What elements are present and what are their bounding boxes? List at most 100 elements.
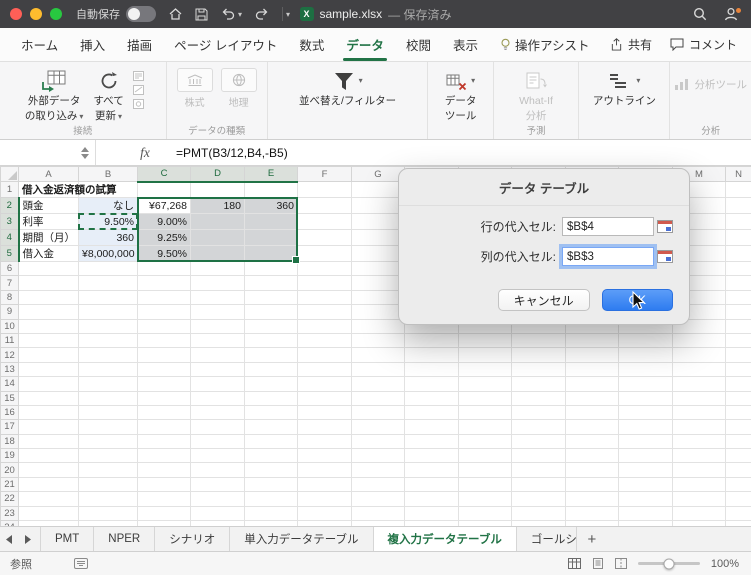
cell-I11[interactable]: [458, 332, 512, 349]
cell-F11[interactable]: [297, 332, 352, 349]
cell-C10[interactable]: [137, 318, 191, 334]
cell-H18[interactable]: [404, 433, 459, 450]
close-button[interactable]: [10, 8, 22, 20]
cell-H19[interactable]: [404, 448, 459, 464]
cell-A19[interactable]: [18, 448, 79, 464]
cell-N16[interactable]: [725, 404, 751, 421]
cell-G12[interactable]: [351, 347, 405, 363]
cell-A16[interactable]: [18, 404, 79, 421]
cell-J20[interactable]: [511, 462, 566, 478]
zoom-slider-knob[interactable]: [663, 558, 675, 569]
edit-links-icon[interactable]: [132, 85, 144, 95]
cell-H23[interactable]: [404, 505, 459, 522]
cell-C2[interactable]: ¥67,268: [137, 197, 191, 214]
cell-A4[interactable]: 期間（月）: [18, 229, 79, 246]
cell-A17[interactable]: [18, 419, 79, 435]
cell-E13[interactable]: [244, 361, 298, 378]
select-all-corner[interactable]: [0, 166, 19, 182]
cell-G3[interactable]: [351, 213, 405, 230]
cell-B22[interactable]: [78, 491, 138, 507]
range-selector-icon[interactable]: [657, 250, 673, 263]
cell-N11[interactable]: [725, 332, 751, 349]
cell-D15[interactable]: [190, 390, 245, 406]
cell-D19[interactable]: [190, 448, 245, 464]
cell-B23[interactable]: [78, 505, 138, 522]
ok-button[interactable]: OK: [601, 289, 673, 311]
cell-I19[interactable]: [458, 448, 512, 464]
cell-G2[interactable]: [351, 197, 405, 214]
cell-C1[interactable]: [137, 181, 191, 198]
cell-B9[interactable]: [78, 304, 138, 320]
cell-B10[interactable]: [78, 318, 138, 334]
cell-D1[interactable]: [190, 181, 245, 198]
cell-E18[interactable]: [244, 433, 298, 450]
row-header-7[interactable]: 7: [0, 275, 19, 291]
ribbon-tab-5[interactable]: 数式: [288, 28, 335, 61]
cell-G4[interactable]: [351, 229, 405, 246]
cell-D8[interactable]: [190, 289, 245, 306]
cell-G21[interactable]: [351, 476, 405, 493]
cell-L22[interactable]: [618, 491, 673, 507]
cell-G23[interactable]: [351, 505, 405, 522]
cell-G15[interactable]: [351, 390, 405, 406]
account-icon[interactable]: [723, 7, 741, 21]
sheet-tab-6[interactable]: ゴールシ: [517, 527, 577, 551]
col-header-A[interactable]: A: [18, 166, 79, 182]
cell-G22[interactable]: [351, 491, 405, 507]
cell-G16[interactable]: [351, 404, 405, 421]
cell-K15[interactable]: [565, 390, 619, 406]
cell-C14[interactable]: [137, 376, 191, 392]
cell-B16[interactable]: [78, 404, 138, 421]
cell-C16[interactable]: [137, 404, 191, 421]
cell-F19[interactable]: [297, 448, 352, 464]
cell-M23[interactable]: [672, 505, 726, 522]
sheet-nav-left-icon[interactable]: [0, 527, 18, 551]
cell-A20[interactable]: [18, 462, 79, 478]
cell-A8[interactable]: [18, 289, 79, 306]
cell-H21[interactable]: [404, 476, 459, 493]
cell-B14[interactable]: [78, 376, 138, 392]
cell-L11[interactable]: [618, 332, 673, 349]
cell-H12[interactable]: [404, 347, 459, 363]
cell-B11[interactable]: [78, 332, 138, 349]
cell-J17[interactable]: [511, 419, 566, 435]
cell-K19[interactable]: [565, 448, 619, 464]
cell-I17[interactable]: [458, 419, 512, 435]
cell-E21[interactable]: [244, 476, 298, 493]
cell-A11[interactable]: [18, 332, 79, 349]
row-header-23[interactable]: 23: [0, 505, 19, 522]
cell-J23[interactable]: [511, 505, 566, 522]
cell-N10[interactable]: [725, 318, 751, 334]
cell-C12[interactable]: [137, 347, 191, 363]
cancel-button[interactable]: キャンセル: [497, 289, 590, 311]
stocks-button[interactable]: 株式: [173, 67, 217, 110]
cell-N21[interactable]: [725, 476, 751, 493]
cell-D16[interactable]: [190, 404, 245, 421]
row-header-22[interactable]: 22: [0, 491, 19, 507]
cell-A15[interactable]: [18, 390, 79, 406]
cell-G14[interactable]: [351, 376, 405, 392]
cell-F14[interactable]: [297, 376, 352, 392]
cell-F1[interactable]: [297, 181, 352, 198]
cell-B15[interactable]: [78, 390, 138, 406]
cell-N6[interactable]: [725, 260, 751, 277]
cell-F7[interactable]: [297, 275, 352, 291]
ribbon-tab-7[interactable]: 校閲: [395, 28, 442, 61]
cell-F3[interactable]: [297, 213, 352, 230]
cell-J13[interactable]: [511, 361, 566, 378]
cell-E6[interactable]: [244, 260, 298, 277]
cell-I14[interactable]: [458, 376, 512, 392]
cell-C13[interactable]: [137, 361, 191, 378]
cell-M18[interactable]: [672, 433, 726, 450]
cell-C23[interactable]: [137, 505, 191, 522]
cell-E8[interactable]: [244, 289, 298, 306]
fx-button[interactable]: fx: [126, 145, 164, 161]
cell-C7[interactable]: [137, 275, 191, 291]
cell-F17[interactable]: [297, 419, 352, 435]
cell-I15[interactable]: [458, 390, 512, 406]
cell-B4[interactable]: 360: [78, 229, 138, 246]
row-header-20[interactable]: 20: [0, 462, 19, 478]
cell-E4[interactable]: [244, 229, 298, 246]
name-box-spinner[interactable]: [81, 147, 89, 159]
cell-E19[interactable]: [244, 448, 298, 464]
